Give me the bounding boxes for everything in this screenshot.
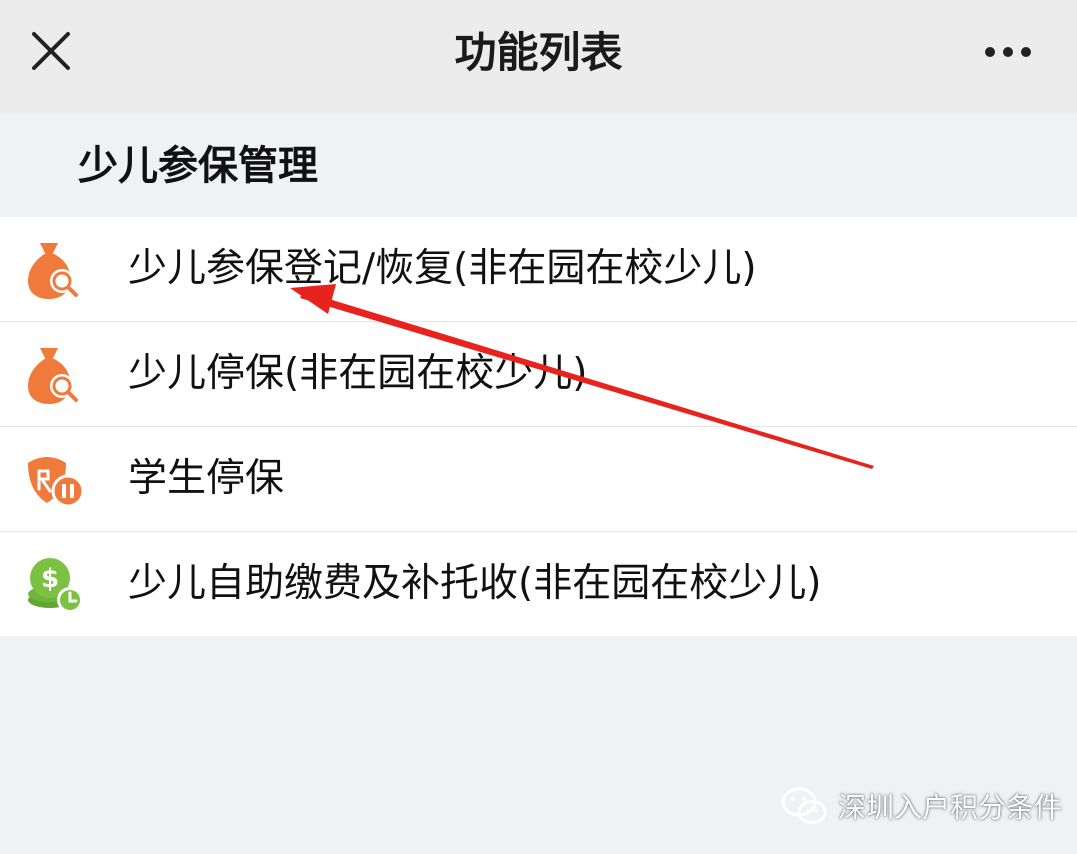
list-item-child-insurance-stop[interactable]: 少儿停保(非在园在校少儿) <box>0 322 1077 427</box>
wechat-icon <box>781 787 827 824</box>
function-list: 少儿参保登记/恢复(非在园在校少儿) 少儿停保(非在园在校少儿) 学生停保 $ … <box>0 217 1077 636</box>
list-item-label: 学生停保 <box>128 456 285 501</box>
list-item-label: 少儿参保登记/恢复(非在园在校少儿) <box>128 246 757 291</box>
money-bag-search-icon <box>22 342 88 408</box>
list-item-self-payment[interactable]: $ 少儿自助缴费及补托收(非在园在校少儿) <box>0 532 1077 636</box>
insurance-pause-icon <box>22 447 88 513</box>
coin-clock-icon: $ <box>22 552 88 618</box>
watermark: 深圳入户积分条件 <box>780 782 1062 830</box>
top-bar: 功能列表 <box>0 0 1077 113</box>
money-bag-search-icon <box>22 237 88 303</box>
page-title: 功能列表 <box>454 28 623 77</box>
section-title: 少儿参保管理 <box>78 143 318 189</box>
more-button[interactable] <box>972 30 1052 74</box>
svg-text:$: $ <box>41 564 59 594</box>
list-item-label: 少儿停保(非在园在校少儿) <box>128 351 588 396</box>
more-dots-icon <box>985 47 1031 57</box>
list-item-student-insurance-stop[interactable]: 学生停保 <box>0 427 1077 532</box>
list-item-child-insurance-register[interactable]: 少儿参保登记/恢复(非在园在校少儿) <box>0 217 1077 322</box>
list-item-label: 少儿自助缴费及补托收(非在园在校少儿) <box>128 561 822 606</box>
watermark-text: 深圳入户积分条件 <box>838 791 1063 824</box>
